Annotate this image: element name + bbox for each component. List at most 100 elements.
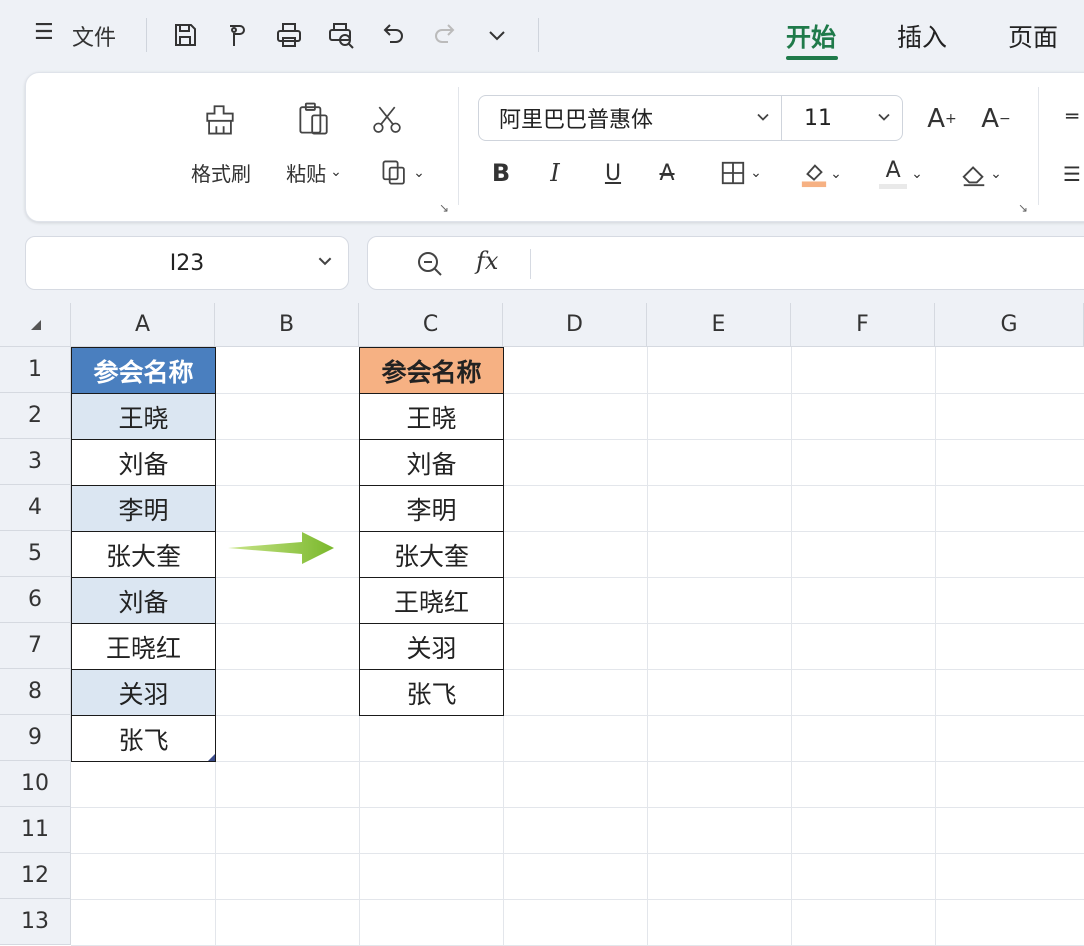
decrease-font-size-button[interactable]: A − [978,99,1014,139]
divider [146,18,147,52]
font-size-select[interactable]: 11 [781,95,903,141]
gridline-horizontal [71,853,1084,854]
tab-home[interactable]: 开始 [786,18,836,54]
font-name-select[interactable]: 阿里巴巴普惠体 [478,95,782,141]
row-header-3[interactable]: 3 [0,439,71,485]
file-menu-button[interactable]: 文件 [72,20,116,52]
tab-insert[interactable]: 插入 [897,18,947,54]
font-color-button[interactable]: A ⌄ [870,155,932,193]
row-header-10[interactable]: 10 [0,761,71,807]
strikethrough-button[interactable]: A [650,155,684,191]
dialog-launcher-icon[interactable]: ↘ [1018,201,1028,215]
font-color-letter: A [885,157,901,183]
borders-button[interactable]: ⌄ [710,155,772,191]
fill-color-icon [801,164,827,188]
cell-a2[interactable]: 王晓 [71,393,216,440]
divider [458,87,459,205]
chevron-down-icon [876,106,892,131]
cell-a7[interactable]: 王晓红 [71,623,216,670]
cell-a5[interactable]: 张大奎 [71,531,216,578]
cell-c5[interactable]: 张大奎 [359,531,504,578]
row-header-4[interactable]: 4 [0,485,71,531]
column-header-b[interactable]: B [215,303,359,347]
row-header-12[interactable]: 12 [0,853,71,899]
gridline-horizontal [71,623,1084,624]
eraser-icon [962,166,985,187]
italic-button[interactable]: I [538,155,572,191]
row-header-7[interactable]: 7 [0,623,71,669]
paste-button[interactable]: 粘贴 ⌄ [280,157,348,187]
column-header-f[interactable]: F [791,303,935,347]
cell-a6[interactable]: 刘备 [71,577,216,624]
gridline-horizontal [71,531,1084,532]
cell-a9[interactable]: 张飞 [71,715,216,762]
cell-c2[interactable]: 王晓 [359,393,504,440]
gridline-horizontal [71,715,1084,716]
cell-a4[interactable]: 李明 [71,485,216,532]
title-bar: ☰ 文件 开始 插入 页面 [0,0,1084,70]
chevron-down-icon [755,106,771,131]
paste-icon[interactable] [292,97,336,141]
tab-page[interactable]: 页面 [1008,18,1058,54]
zoom-search-icon[interactable] [416,250,444,282]
name-box-value: I23 [169,250,205,276]
gridline-horizontal [71,761,1084,762]
row-header-5[interactable]: 5 [0,531,71,577]
column-header-a[interactable]: A [71,303,215,347]
cell-a3[interactable]: 刘备 [71,439,216,486]
arrow-right-icon [228,532,334,564]
font-name-value: 阿里巴巴普惠体 [499,108,654,133]
chevron-down-icon[interactable] [480,18,514,52]
chevron-down-icon[interactable] [316,251,334,276]
print-preview-icon[interactable] [324,18,358,52]
cut-icon[interactable] [366,99,408,141]
row-header-2[interactable]: 2 [0,393,71,439]
formula-bar[interactable]: fx [367,236,1084,290]
align-icon[interactable]: ═ [1060,101,1084,131]
row-header-11[interactable]: 11 [0,807,71,853]
row-header-9[interactable]: 9 [0,715,71,761]
fx-icon[interactable]: fx [476,247,498,275]
cell-a1[interactable]: 参会名称 [71,347,216,394]
row-header-8[interactable]: 8 [0,669,71,715]
column-header-e[interactable]: E [647,303,791,347]
redo-icon[interactable] [428,18,462,52]
row-header-6[interactable]: 6 [0,577,71,623]
cell-a8[interactable]: 关羽 [71,669,216,716]
save-icon[interactable] [168,18,202,52]
column-header-c[interactable]: C [359,303,503,347]
chevron-down-icon: ⌄ [830,166,842,182]
bold-button[interactable]: B [484,155,518,191]
cell-c7[interactable]: 关羽 [359,623,504,670]
print-icon[interactable] [272,18,306,52]
chevron-down-icon: ⌄ [330,164,342,180]
font-color-swatch [879,183,908,189]
row-header-1[interactable]: 1 [0,347,71,393]
align-icon[interactable]: ☰ [1060,159,1084,189]
row-header-13[interactable]: 13 [0,899,71,945]
divider [1038,87,1039,205]
fill-color-button[interactable]: ⌄ [790,155,852,193]
cell-c6[interactable]: 王晓红 [359,577,504,624]
column-header-g[interactable]: G [935,303,1084,347]
copy-button[interactable]: ⌄ [370,155,434,191]
name-box[interactable]: I23 [25,236,349,290]
format-painter-icon[interactable] [198,97,242,141]
increase-font-size-button[interactable]: A + [924,99,960,139]
dialog-launcher-icon[interactable]: ↘ [439,201,449,215]
undo-icon[interactable] [376,18,410,52]
column-header-d[interactable]: D [503,303,647,347]
format-painter-button[interactable]: 格式刷 [182,157,260,187]
format-painter-small-icon[interactable] [220,18,254,52]
fill-handle[interactable] [208,754,215,761]
underline-button[interactable]: U [596,155,630,191]
copy-icon [382,160,405,185]
cell-c4[interactable]: 李明 [359,485,504,532]
divider [530,249,531,279]
chevron-down-icon: ⌄ [750,165,762,181]
cell-c1[interactable]: 参会名称 [359,347,504,394]
cell-c8[interactable]: 张飞 [359,669,504,716]
menu-icon[interactable]: ☰ [34,20,54,45]
clear-format-button[interactable]: ⌄ [950,155,1012,193]
cell-c3[interactable]: 刘备 [359,439,504,486]
